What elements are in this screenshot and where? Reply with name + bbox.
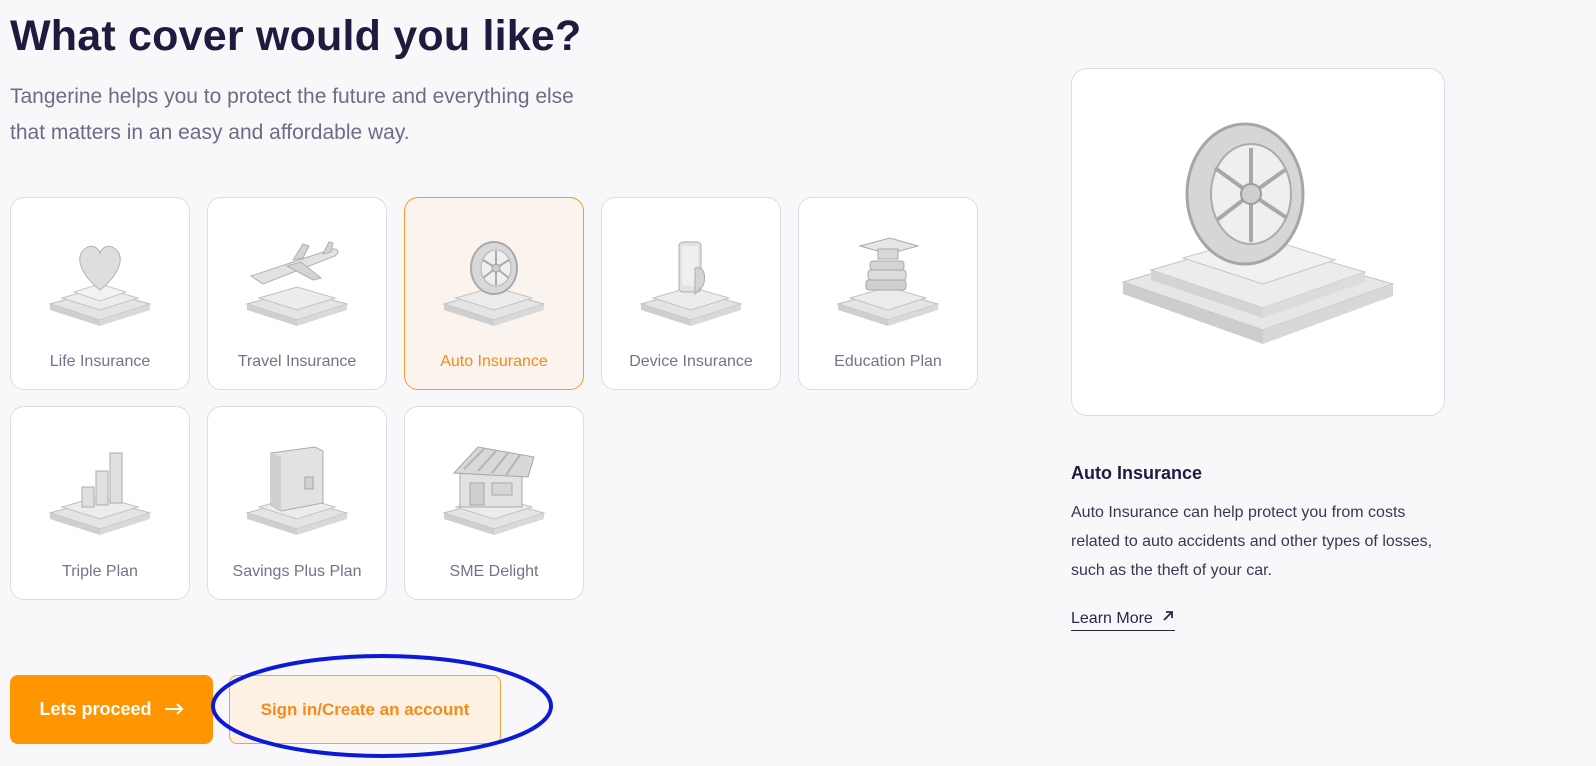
heart-icon <box>48 245 152 326</box>
page-subtitle: Tangerine helps you to protect the futur… <box>10 85 574 144</box>
lets-proceed-button[interactable]: Lets proceed <box>10 675 213 744</box>
option-label: Auto Insurance <box>440 353 548 370</box>
option-triple-plan[interactable]: Triple Plan <box>10 406 190 600</box>
option-auto-insurance[interactable]: Auto Insurance <box>404 197 584 390</box>
detail-description: Auto Insurance can help protect you from… <box>1071 504 1433 579</box>
option-label: Triple Plan <box>62 563 138 580</box>
graduation-cap-icon <box>836 237 940 326</box>
proceed-label: Lets proceed <box>39 699 152 719</box>
safe-icon <box>245 446 349 535</box>
signin-label: Sign in/Create an account <box>260 699 470 719</box>
option-education-plan[interactable]: Education Plan <box>798 197 978 390</box>
option-label: SME Delight <box>449 563 539 580</box>
option-label: Device Insurance <box>629 353 753 370</box>
airplane-icon <box>245 241 349 326</box>
sign-in-create-account-button[interactable]: Sign in/Create an account <box>229 675 501 744</box>
option-savings-plus-plan[interactable]: Savings Plus Plan <box>207 406 387 600</box>
arrow-right-icon <box>164 699 184 720</box>
shop-icon <box>442 446 546 535</box>
option-label: Education Plan <box>834 353 942 370</box>
option-device-insurance[interactable]: Device Insurance <box>601 197 781 390</box>
learn-more-label: Learn More <box>1071 609 1153 627</box>
option-life-insurance[interactable]: Life Insurance <box>10 197 190 390</box>
detail-title: Auto Insurance <box>1071 463 1203 483</box>
option-label: Travel Insurance <box>237 353 357 370</box>
phone-icon <box>639 241 743 326</box>
learn-more-link[interactable]: Learn More <box>1071 609 1175 631</box>
tire-icon <box>442 241 546 326</box>
option-label: Life Insurance <box>49 353 151 370</box>
option-label: Savings Plus Plan <box>232 563 362 580</box>
tire-icon <box>1121 122 1395 344</box>
page-title: What cover would you like? <box>10 12 582 60</box>
bar-chart-icon <box>48 452 152 535</box>
option-sme-delight[interactable]: SME Delight <box>404 406 584 600</box>
option-travel-insurance[interactable]: Travel Insurance <box>207 197 387 390</box>
selected-cover-preview <box>1071 68 1445 416</box>
arrow-up-right-icon <box>1161 609 1175 628</box>
